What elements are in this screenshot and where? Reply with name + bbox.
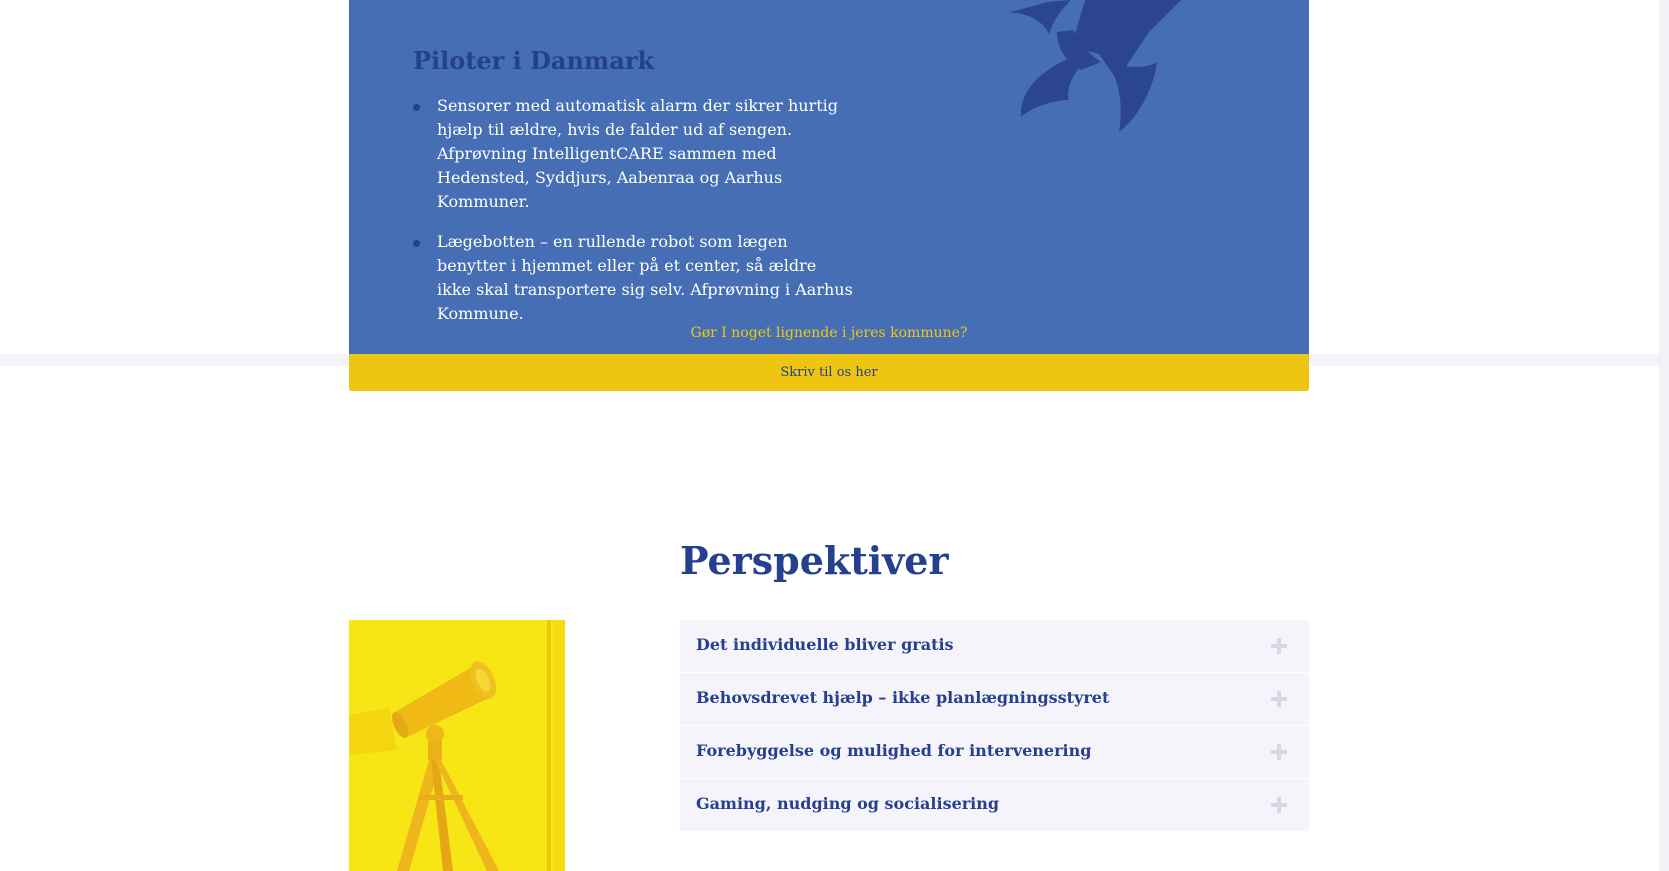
list-item-text: Sensorer med automatisk alarm der sikrer… xyxy=(437,96,839,211)
accordion-item[interactable]: Forebyggelse og mulighed for interveneri… xyxy=(680,726,1309,778)
bullet-icon xyxy=(413,240,420,247)
list-item-text: Lægebotten – en rullende robot som lægen… xyxy=(437,232,853,323)
contact-button[interactable]: Skriv til os her xyxy=(349,354,1309,391)
plus-icon[interactable] xyxy=(1271,691,1287,707)
list-item: Sensorer med automatisk alarm der sikrer… xyxy=(413,94,853,214)
accordion-item-label: Forebyggelse og mulighed for interveneri… xyxy=(696,741,1092,760)
pilot-card: Piloter i Danmark Sensorer med automatis… xyxy=(349,0,1309,391)
perspektiver-accordion: Det individuelle bliver gratis Behovsdre… xyxy=(680,620,1309,832)
rocket-icon xyxy=(1009,0,1181,132)
accordion-item[interactable]: Gaming, nudging og socialisering xyxy=(680,779,1309,831)
scrollbar-track[interactable] xyxy=(1659,0,1669,871)
accordion-item-label: Det individuelle bliver gratis xyxy=(696,635,954,654)
accordion-item[interactable]: Det individuelle bliver gratis xyxy=(680,620,1309,672)
plus-icon[interactable] xyxy=(1271,638,1287,654)
accordion-item-label: Behovsdrevet hjælp – ikke planlægningsst… xyxy=(696,688,1110,707)
bullet-icon xyxy=(413,104,420,111)
section-title: Perspektiver xyxy=(680,538,949,583)
accordion-item[interactable]: Behovsdrevet hjælp – ikke planlægningsst… xyxy=(680,673,1309,725)
plus-icon[interactable] xyxy=(1271,797,1287,813)
pilot-title: Piloter i Danmark xyxy=(413,46,655,75)
telescope-image xyxy=(349,620,565,871)
list-item: Lægebotten – en rullende robot som lægen… xyxy=(413,230,853,326)
pilot-list: Sensorer med automatisk alarm der sikrer… xyxy=(413,94,853,342)
plus-icon[interactable] xyxy=(1271,744,1287,760)
accordion-item-label: Gaming, nudging og socialisering xyxy=(696,794,1000,813)
contact-question: Gør I noget lignende i jeres kommune? xyxy=(690,325,968,341)
